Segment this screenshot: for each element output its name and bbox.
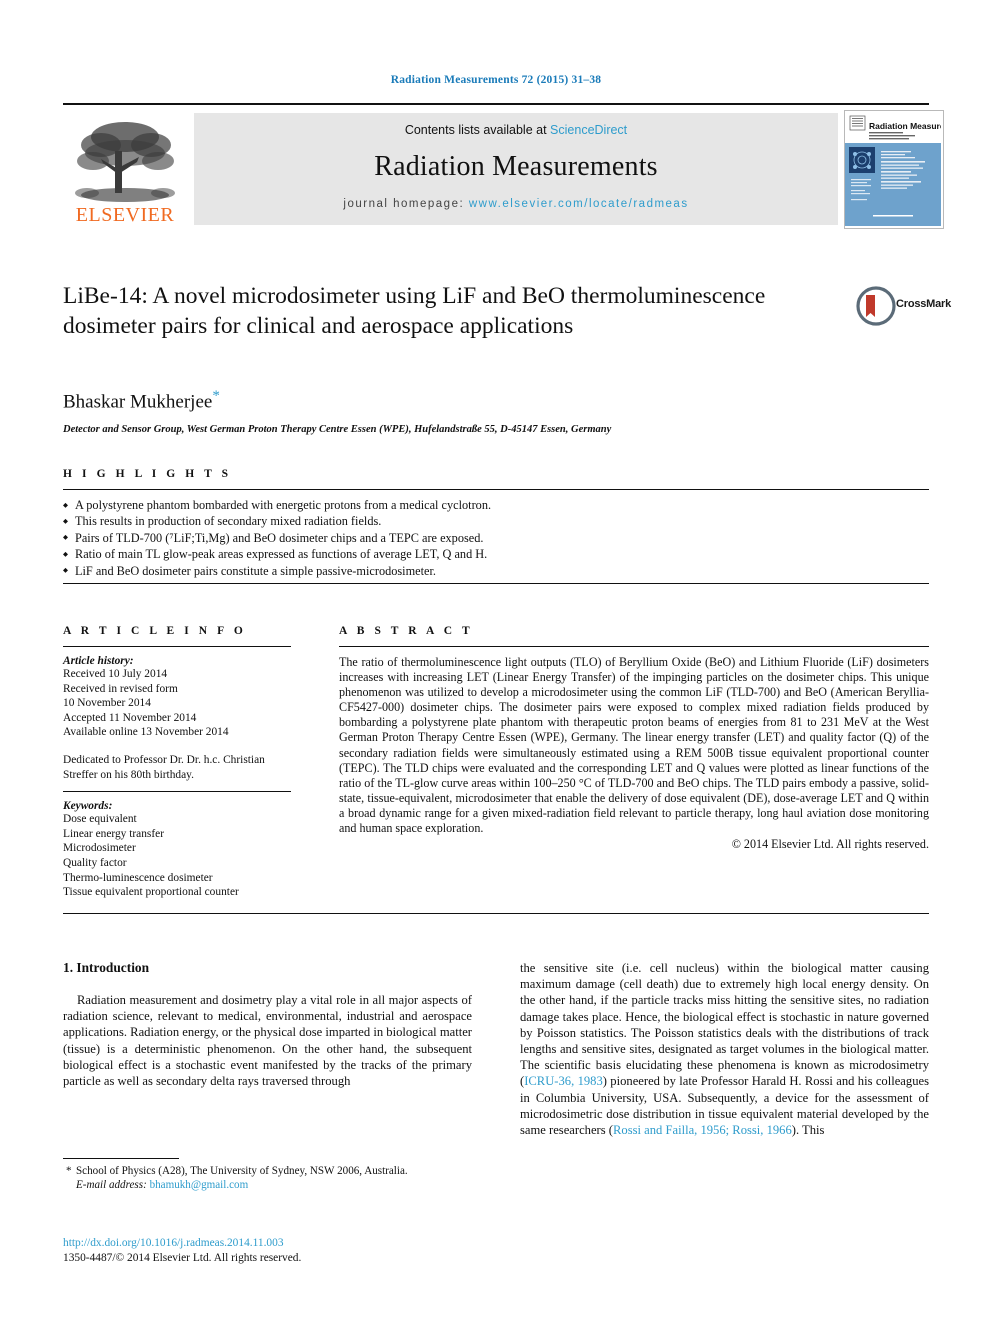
intro-text-part-1: the sensitive site (i.e. cell nucleus) w…: [520, 961, 929, 1089]
abstract-heading: A B S T R A C T: [339, 625, 474, 637]
email-footnote: E-mail address: bhamukh@gmail.com: [63, 1178, 472, 1192]
homepage-url-link[interactable]: www.elsevier.com/locate/radmeas: [469, 198, 689, 210]
keyword-item: Microdosimeter: [63, 842, 136, 855]
abstract-rule: [339, 646, 929, 647]
keywords-rule: [63, 791, 291, 793]
keyword-item: Thermo-luminescence dosimeter: [63, 871, 213, 884]
running-head: Radiation Measurements 72 (2015) 31–38: [390, 74, 602, 86]
crossmark-badge[interactable]: CrossMark: [856, 286, 951, 326]
list-item: LiF and BeO dosimeter pairs constitute a…: [63, 563, 929, 580]
abstract-copyright: © 2014 Elsevier Ltd. All rights reserved…: [731, 837, 929, 852]
journal-homepage-line: journal homepage: www.elsevier.com/locat…: [194, 198, 838, 210]
article-history-line: Available online 13 November 2014: [63, 726, 229, 739]
section-heading-introduction: 1. Introduction: [63, 960, 150, 975]
highlights-section: H I G H L I G H T S A polystyrene phanto…: [63, 468, 929, 580]
page-title: LiBe-14: A novel microdosimeter using Li…: [63, 283, 766, 339]
article-history-line: Received 10 July 2014: [63, 668, 168, 680]
crossmark-label: CrossMark: [896, 298, 952, 310]
author-footnote-marker[interactable]: *: [212, 388, 220, 404]
footnote-block: * School of Physics (A28), The University…: [63, 1158, 472, 1192]
author-label: Bhaskar Mukherjee: [63, 391, 213, 413]
contents-available-line: Contents lists available at ScienceDirec…: [194, 123, 838, 137]
footnote-rule: [63, 1158, 179, 1159]
doi-block: http://dx.doi.org/10.1016/j.radmeas.2014…: [63, 1236, 472, 1266]
svg-text:ELSEVIER: ELSEVIER: [76, 204, 175, 226]
corresponding-affiliation: School of Physics (A28), The University …: [76, 1165, 408, 1177]
article-info-rule: [63, 646, 291, 647]
highlights-list: A polystyrene phantom bombarded with ene…: [63, 497, 929, 580]
keyword-item: Dose equivalent: [63, 813, 137, 826]
body-right-column: the sensitive site (i.e. cell nucleus) w…: [520, 960, 929, 1138]
intro-text-part-3: ). This: [791, 1123, 825, 1138]
keyword-item: Linear energy transfer: [63, 827, 164, 840]
sciencedirect-link[interactable]: ScienceDirect: [550, 123, 627, 137]
article-history-line: 10 November 2014: [63, 697, 151, 710]
elsevier-logo: ELSEVIER: [63, 111, 188, 227]
journal-name: Radiation Measurements: [374, 151, 658, 182]
article-history-label: Article history:: [63, 655, 134, 667]
abstract-text: The ratio of thermoluminescence light ou…: [339, 655, 929, 836]
corresponding-author-footnote: * School of Physics (A28), The University…: [63, 1164, 472, 1178]
citation-link-icru[interactable]: ICRU-36, 1983: [524, 1074, 603, 1088]
article-info-column: A R T I C L E I N F O Article history: R…: [63, 625, 291, 900]
highlights-rule: [63, 489, 929, 490]
author-name: Bhaskar Mukherjee*: [63, 388, 220, 413]
email-label: E-mail address:: [76, 1179, 147, 1192]
list-item: Pairs of TLD-700 (⁷LiF;Ti,Mg) and BeO do…: [63, 530, 929, 547]
citation-link-rossi[interactable]: Rossi and Failla, 1956; Rossi, 1966: [613, 1123, 792, 1137]
list-item: A polystyrene phantom bombarded with ene…: [63, 497, 929, 515]
article-history-line: Received in revised form: [63, 682, 178, 695]
keyword-item: Tissue equivalent proportional counter: [63, 886, 239, 899]
homepage-prefix: journal homepage:: [343, 198, 465, 210]
article-history-line: Accepted 11 November 2014: [63, 711, 197, 724]
title-block: LiBe-14: A novel microdosimeter using Li…: [63, 281, 853, 341]
body-left-column: 1. Introduction Radiation measurement an…: [63, 960, 472, 1089]
issn-copyright-line: 1350-4487/© 2014 Elsevier Ltd. All right…: [63, 1252, 302, 1264]
band-bottom-rule: [63, 913, 929, 914]
contents-prefix: Contents lists available at: [404, 123, 547, 137]
banner-center-panel: Contents lists available at ScienceDirec…: [194, 113, 838, 225]
highlights-heading: H I G H L I G H T S: [63, 468, 232, 480]
abstract-column: A B S T R A C T The ratio of thermolumin…: [339, 625, 929, 852]
footnote-marker: *: [66, 1165, 72, 1177]
keyword-item: Quality factor: [63, 856, 127, 869]
intro-paragraph-left: Radiation measurement and dosimetry play…: [63, 993, 472, 1089]
list-item: Ratio of main TL glow-peak areas express…: [63, 546, 929, 564]
journal-banner: ELSEVIER Contents lists available at Sci…: [63, 103, 944, 229]
dedication-note: Dedicated to Professor Dr. Dr. h.c. Chri…: [63, 753, 265, 781]
article-info-heading: A R T I C L E I N F O: [63, 625, 247, 637]
svg-text:Radiation Measurements: Radiation Measurements: [869, 121, 941, 131]
paper-page: Radiation Measurements 72 (2015) 31–38 E…: [0, 0, 992, 1323]
email-link[interactable]: bhamukh@gmail.com: [150, 1179, 249, 1191]
intro-paragraph-right: the sensitive site (i.e. cell nucleus) w…: [520, 960, 929, 1138]
crossmark-icon: [856, 286, 896, 326]
keywords-label: Keywords:: [63, 800, 113, 813]
affiliation: Detector and Sensor Group, West German P…: [63, 424, 612, 435]
list-item: This results in production of secondary …: [63, 513, 929, 531]
journal-cover-thumbnail: Radiation Measurements: [844, 110, 944, 229]
doi-link[interactable]: http://dx.doi.org/10.1016/j.radmeas.2014…: [63, 1236, 472, 1251]
